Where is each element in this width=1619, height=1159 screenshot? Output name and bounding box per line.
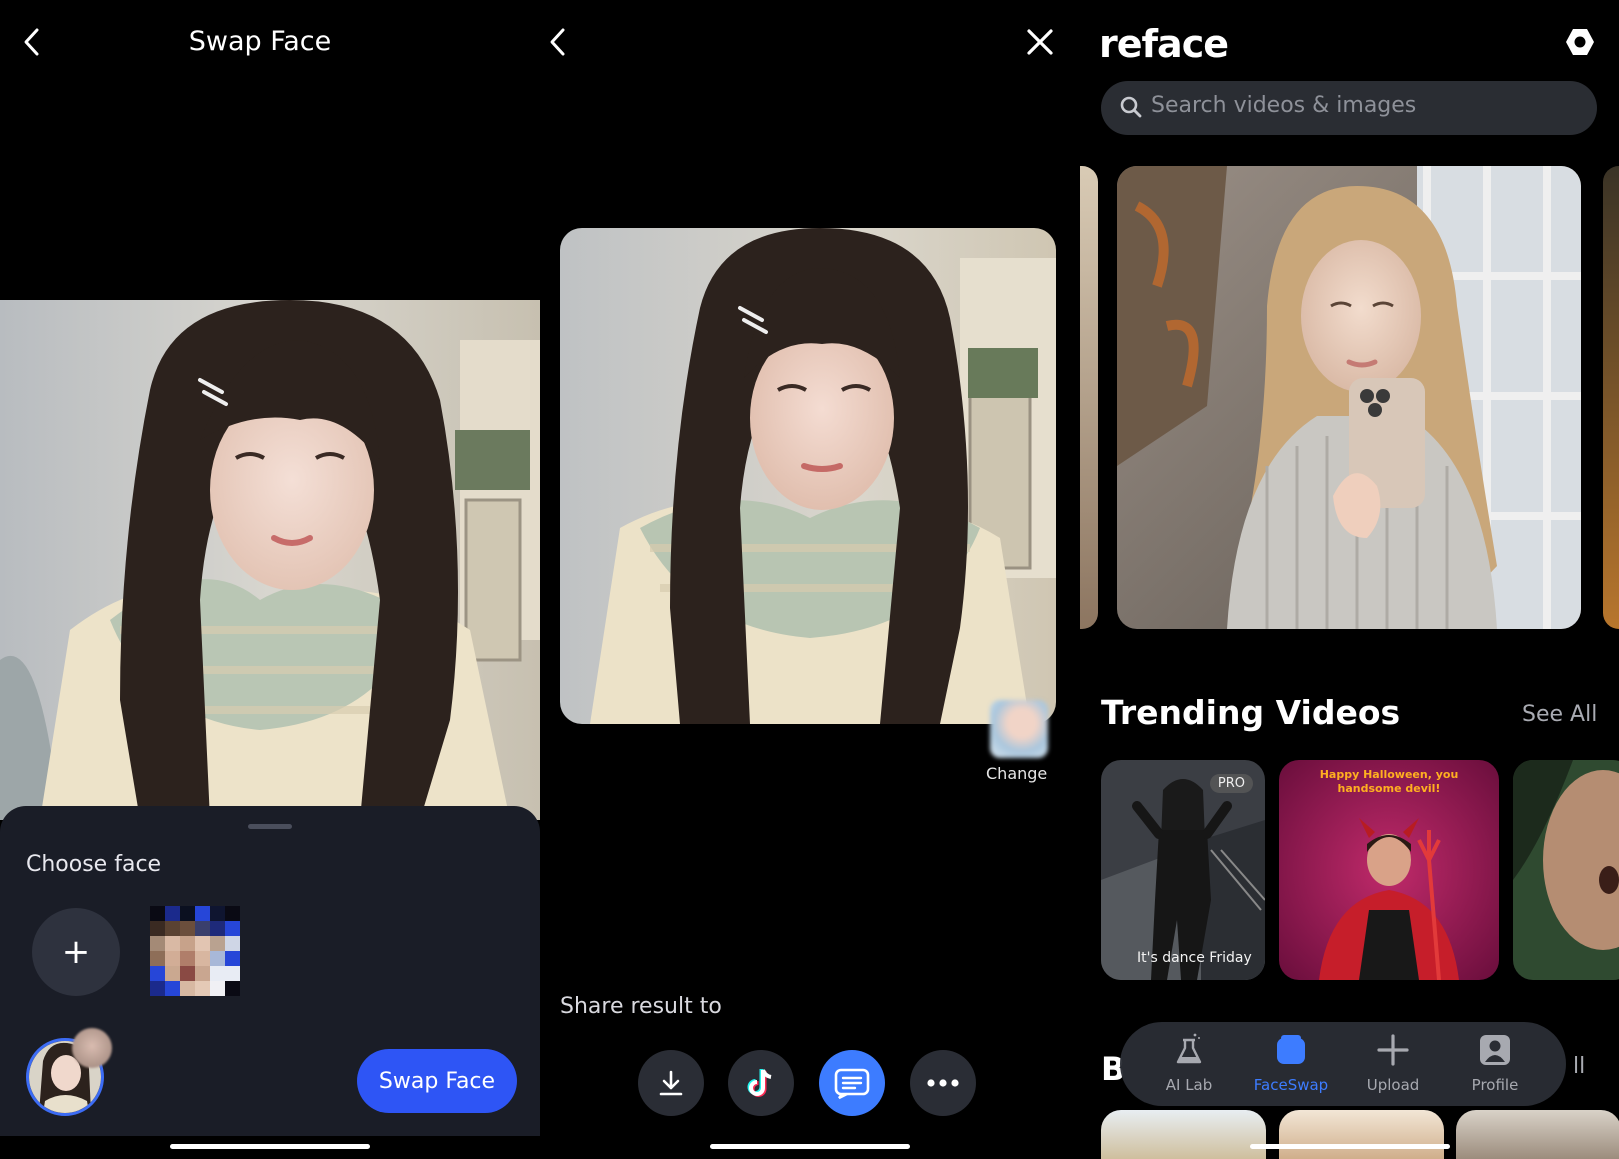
carousel-prev-card[interactable] [1080,166,1098,629]
bottom-card[interactable] [1101,1110,1266,1159]
see-all-link[interactable]: ll [1573,1054,1585,1079]
plus-icon [1377,1034,1409,1066]
flask-icon [1176,1033,1202,1064]
bottom-card[interactable] [1279,1110,1444,1159]
back-icon[interactable] [540,24,576,60]
tiktok-icon [747,1069,772,1097]
trending-videos-title: Trending Videos [1101,693,1401,732]
source-photo [0,300,540,820]
change-face-thumbnail[interactable] [990,700,1048,758]
more-icon [927,1079,959,1087]
featured-card[interactable] [1117,166,1581,629]
choose-face-label: Choose face [26,852,162,877]
swap-face-screen: Swap Face Choose face + Swap Face [0,0,540,1159]
trending-video-card[interactable]: PRO It's dance Friday [1101,760,1265,980]
settings-icon[interactable] [1560,22,1600,62]
search-bar[interactable]: Search videos & images [1101,81,1597,135]
swap-face-button[interactable]: Swap Face [357,1049,517,1113]
choose-face-sheet: Choose face + Swap Face [0,806,540,1136]
share-label: Share result to [560,994,722,1019]
change-face-label[interactable]: Change [986,764,1047,783]
see-all-link[interactable]: See All [1522,702,1597,727]
messages-icon [834,1068,870,1100]
tab-profile[interactable]: Profile [1450,1022,1540,1106]
messages-button[interactable] [819,1050,885,1116]
close-icon[interactable] [1022,24,1058,60]
tab-label: Profile [1471,1076,1519,1094]
result-screen: Change Share result to [540,0,1080,1159]
tab-faceswap[interactable]: FaceSwap [1246,1022,1336,1106]
sheet-handle[interactable] [248,824,292,829]
trending-caption: Happy Halloween, you handsome devil! [1319,768,1459,795]
more-button[interactable] [910,1050,976,1116]
profile-icon [1480,1035,1510,1065]
home-indicator [170,1144,370,1149]
tab-label: Upload [1366,1076,1420,1094]
home-indicator [1250,1144,1450,1149]
tab-label: AI Lab [1165,1076,1213,1094]
bottom-card[interactable] [1456,1110,1619,1159]
pixelated-face-thumbnail[interactable] [150,906,240,996]
download-icon [659,1070,683,1096]
tab-upload[interactable]: Upload [1348,1022,1438,1106]
selected-face-badge [72,1028,112,1068]
reface-home-screen: reface Search videos & images Trending V… [1080,0,1619,1159]
tab-ai-lab[interactable]: AI Lab [1144,1022,1234,1106]
add-face-button[interactable]: + [32,908,120,996]
pro-badge: PRO [1209,774,1253,793]
tab-label: FaceSwap [1253,1076,1329,1094]
page-title: Swap Face [188,26,332,57]
carousel-next-card[interactable] [1603,166,1619,629]
trending-video-card[interactable] [1513,760,1619,980]
app-logo: reface [1099,22,1229,66]
search-input[interactable]: Search videos & images [1151,93,1416,118]
home-indicator [710,1144,910,1149]
search-icon [1120,96,1142,118]
result-image [560,228,1056,724]
tiktok-button[interactable] [728,1050,794,1116]
trending-video-card[interactable]: Happy Halloween, you handsome devil! [1279,760,1499,980]
faceswap-icon [1277,1035,1305,1064]
trending-caption: It's dance Friday [1137,950,1252,966]
download-button[interactable] [638,1050,704,1116]
plus-icon: + [61,932,91,972]
bottom-tab-bar: AI Lab FaceSwap Upload Profile [1120,1022,1566,1106]
